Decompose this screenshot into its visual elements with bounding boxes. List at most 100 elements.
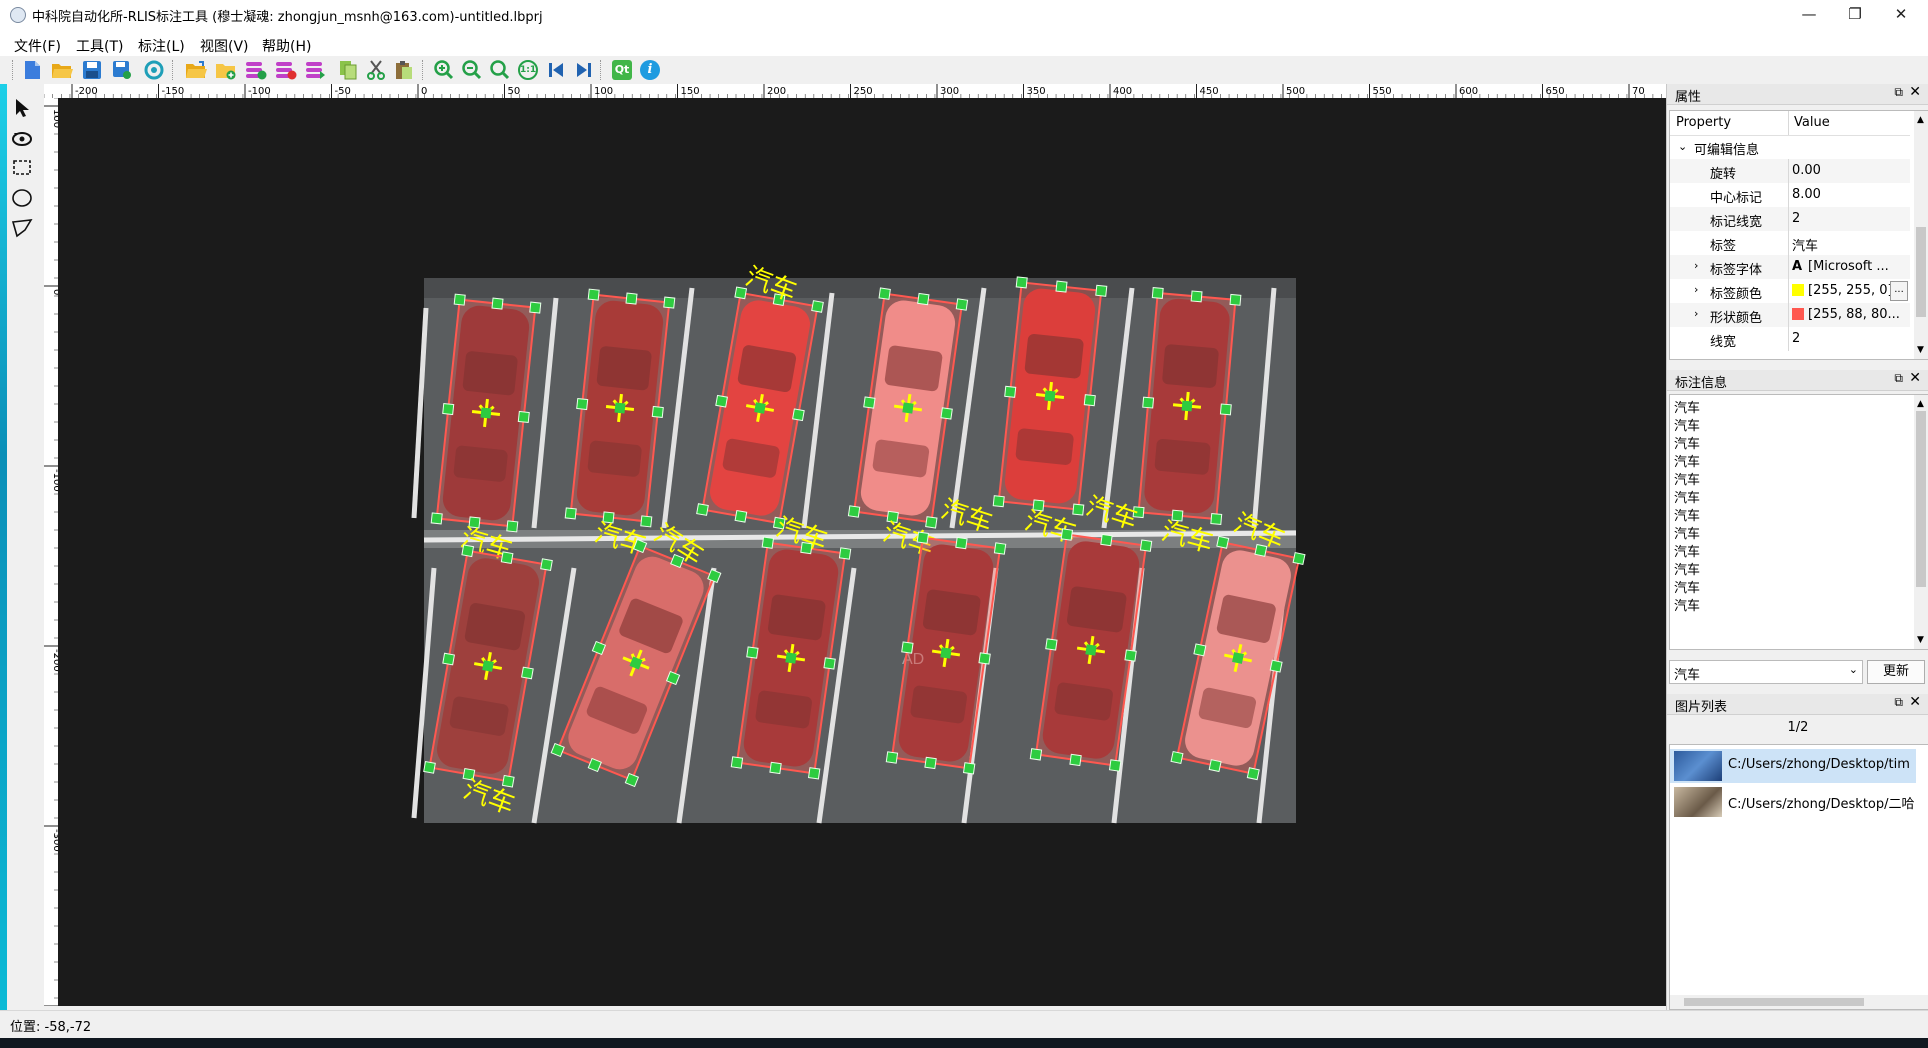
close-icon[interactable]: ✕ [1909, 694, 1921, 710]
annotation-list-item[interactable]: 汽车 [1674, 595, 1700, 614]
color-picker-button[interactable]: ... [1890, 281, 1908, 301]
property-value[interactable]: 0.00 [1792, 163, 1821, 178]
resize-handle[interactable] [1072, 503, 1085, 516]
center-handle[interactable] [482, 660, 494, 672]
save-icon[interactable] [78, 56, 106, 84]
copy-icon[interactable] [334, 56, 362, 84]
property-row[interactable]: 标签 汽车 [1670, 231, 1910, 255]
resize-handle[interactable] [847, 505, 861, 518]
add-layer-icon[interactable] [242, 56, 270, 84]
resize-handle[interactable] [978, 652, 991, 665]
resize-handle[interactable] [1083, 394, 1096, 407]
open-folder-icon[interactable] [48, 56, 76, 84]
rectangle-tool-icon[interactable] [8, 154, 36, 182]
property-value[interactable]: [255, 88, 80... [1808, 307, 1900, 322]
property-row[interactable]: 线宽 2 [1670, 327, 1910, 351]
update-button[interactable]: 更新 [1867, 660, 1925, 684]
close-button[interactable]: ✕ [1878, 0, 1924, 32]
resize-handle[interactable] [1055, 280, 1068, 293]
resize-handle[interactable] [625, 292, 638, 305]
annotation-list-item[interactable]: 汽车 [1674, 469, 1700, 488]
resize-handle[interactable] [878, 287, 891, 300]
chevron-down-icon[interactable]: ⌄ [1678, 140, 1687, 153]
resize-handle[interactable] [430, 512, 443, 525]
menu-help[interactable]: 帮助(H) [262, 36, 311, 56]
property-value[interactable]: [255, 255, 0] [1808, 283, 1893, 298]
resize-handle[interactable] [761, 536, 775, 549]
resize-handle[interactable] [955, 298, 969, 311]
menu-file[interactable]: 文件(F) [14, 36, 61, 56]
resize-handle[interactable] [823, 657, 836, 670]
resize-handle[interactable] [1015, 276, 1028, 289]
property-row[interactable]: › 形状颜色 [255, 88, 80... [1670, 303, 1910, 327]
resize-handle[interactable] [696, 503, 709, 516]
resize-handle[interactable] [1108, 759, 1122, 772]
resize-handle[interactable] [501, 774, 515, 788]
resize-handle[interactable] [1100, 533, 1113, 547]
annotation-list-item[interactable]: 汽车 [1674, 397, 1700, 416]
resize-handle[interactable] [540, 558, 553, 571]
settings-icon[interactable] [140, 56, 168, 84]
zoom-fit-icon[interactable] [486, 56, 514, 84]
float-icon[interactable]: ⧉ [1894, 85, 1903, 100]
property-row[interactable]: › 标签字体 A [Microsoft ... [1670, 255, 1910, 279]
center-handle[interactable] [1044, 390, 1056, 402]
resize-handle[interactable] [992, 495, 1005, 508]
resize-handle[interactable] [1193, 643, 1207, 657]
resize-handle[interactable] [1142, 396, 1155, 409]
cut-icon[interactable] [362, 56, 390, 84]
resize-handle[interactable] [993, 542, 1007, 555]
image-list-item[interactable]: C:/Users/zhong/Desktop/二哈 [1670, 785, 1916, 819]
property-browser[interactable]: Property Value ⌄ 可编辑信息 旋转 0.00 中心标记 8.00 标记线… [1669, 110, 1928, 360]
add-folder-icon[interactable] [212, 56, 240, 84]
minimize-button[interactable]: — [1786, 0, 1832, 32]
resize-handle[interactable] [1151, 287, 1164, 299]
close-icon[interactable]: ✕ [1909, 84, 1921, 100]
resize-handle[interactable] [1292, 551, 1306, 566]
resize-handle[interactable] [442, 402, 455, 416]
resize-handle[interactable] [1004, 385, 1017, 398]
resize-handle[interactable] [576, 397, 589, 411]
resize-handle[interactable] [1246, 767, 1260, 781]
info-icon[interactable]: i [636, 56, 664, 84]
chevron-right-icon[interactable]: › [1694, 259, 1698, 272]
image-canvas[interactable]: AD 汽车 汽车 汽车 汽车 汽车 汽车 汽车 汽车 汽车 汽车 汽车 汽车 [58, 98, 1666, 1006]
resize-handle[interactable] [811, 300, 824, 313]
annotation-list-item[interactable]: 汽车 [1674, 451, 1700, 470]
property-value[interactable]: [Microsoft ... [1808, 259, 1889, 274]
center-handle[interactable] [785, 652, 797, 664]
open-image-folder-icon[interactable] [182, 56, 210, 84]
label-select[interactable]: 汽车 ⌄ [1669, 660, 1863, 684]
property-row[interactable]: 标记线宽 2 [1670, 207, 1910, 231]
property-row[interactable]: 中心标记 8.00 [1670, 183, 1910, 207]
annotation-list-item[interactable]: 汽车 [1674, 433, 1700, 452]
resize-handle[interactable] [587, 288, 600, 301]
resize-handle[interactable] [453, 293, 466, 306]
property-value[interactable]: 8.00 [1792, 187, 1821, 202]
menu-tools[interactable]: 工具(T) [76, 36, 123, 56]
resize-handle[interactable] [1219, 403, 1232, 416]
resize-handle[interactable] [1069, 753, 1082, 767]
float-icon[interactable]: ⧉ [1894, 371, 1903, 386]
resize-handle[interactable] [769, 761, 782, 775]
resize-handle[interactable] [1190, 290, 1203, 303]
property-row[interactable]: 旋转 0.00 [1670, 159, 1910, 183]
maximize-button[interactable]: ❐ [1832, 0, 1878, 32]
property-scrollbar[interactable]: ▲ ▼ [1914, 111, 1928, 359]
center-handle[interactable] [902, 402, 914, 414]
merge-layer-icon[interactable] [302, 56, 330, 84]
zoom-100-icon[interactable]: 1:1 [514, 56, 542, 84]
resize-handle[interactable] [1208, 759, 1222, 773]
resize-handle[interactable] [1210, 513, 1223, 525]
close-icon[interactable]: ✕ [1909, 370, 1921, 386]
property-row[interactable]: › 标签颜色 [255, 255, 0]... [1670, 279, 1910, 303]
resize-handle[interactable] [517, 410, 530, 424]
annotation-list-item[interactable]: 汽车 [1674, 559, 1700, 578]
resize-handle[interactable] [1139, 539, 1153, 552]
center-handle[interactable] [1085, 644, 1097, 656]
resize-handle[interactable] [715, 394, 728, 408]
resize-handle[interactable] [1229, 293, 1242, 306]
float-icon[interactable]: ⧉ [1894, 695, 1903, 710]
image-list-hscrollbar[interactable] [1670, 995, 1928, 1009]
resize-handle[interactable] [924, 756, 937, 770]
